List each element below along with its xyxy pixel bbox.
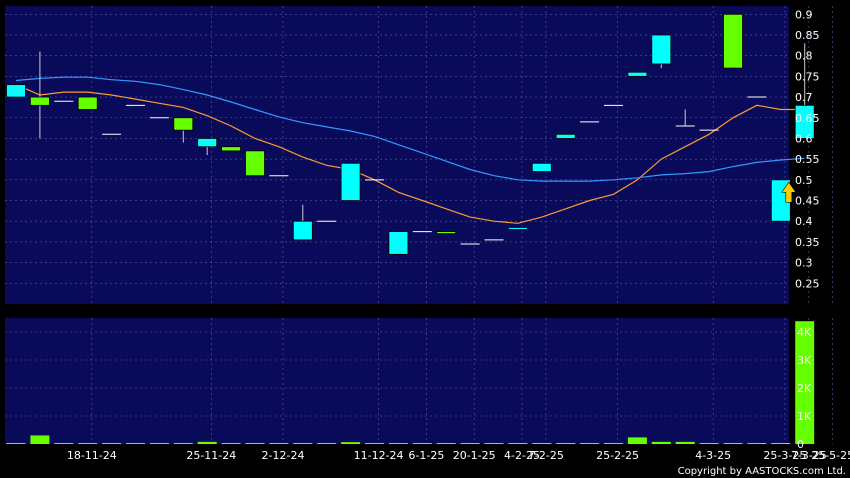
candle (340, 162, 361, 201)
price-tick-label: 0.3 (795, 257, 813, 270)
x-tick-label: 11-12-24 (354, 449, 404, 462)
volume-bar (699, 443, 719, 444)
candle (627, 71, 648, 77)
candle (555, 133, 576, 139)
volume-bar (436, 443, 456, 444)
volume-bar (508, 443, 528, 444)
price-tick-label: 0.8 (795, 50, 813, 63)
price-tick-label: 0.4 (795, 215, 813, 228)
volume-bar (30, 435, 50, 444)
candle-body (245, 150, 265, 177)
volume-bar (627, 437, 647, 444)
volume-bar (173, 443, 193, 444)
x-tick-label: 20-1-25 (453, 449, 496, 462)
volume-bar (317, 443, 337, 444)
price-tick-label: 0.45 (795, 195, 820, 208)
candle-body (627, 71, 648, 77)
volume-bar (388, 443, 408, 444)
price-tick-label: 0.7 (795, 91, 813, 104)
x-tick-label: 18-11-24 (67, 449, 117, 462)
price-tick-label: 0.9 (795, 8, 813, 21)
x-tick-label: 7-2-25 (528, 449, 564, 462)
volume-tick-label: 1K (797, 410, 812, 423)
price-tick-label: 0.55 (795, 153, 820, 166)
candle-body (197, 138, 218, 148)
volume-bar (341, 442, 361, 444)
candle-body (531, 162, 552, 172)
volume-bar (126, 443, 145, 444)
volume-bar (6, 443, 26, 444)
volume-bar (269, 443, 289, 444)
candle-body (436, 231, 457, 235)
volume-bar (747, 443, 767, 444)
volume-bar (102, 443, 122, 444)
volume-bar (460, 443, 480, 444)
volume-bar (197, 441, 217, 444)
x-tick-label: 2-12-24 (262, 449, 305, 462)
volume-tick-label: 4K (797, 326, 812, 339)
volume-bar (580, 443, 600, 444)
volume-bar (293, 443, 313, 444)
candle-body (507, 227, 528, 230)
candle (245, 150, 265, 177)
volume-bar (532, 443, 552, 444)
x-tick-label: 25-2-25 (596, 449, 639, 462)
candle (388, 231, 409, 255)
volume-bar (78, 443, 98, 444)
price-tick-label: 0.5 (795, 174, 813, 187)
candle (221, 146, 242, 152)
x-tick-label: 25-5-25 (811, 449, 850, 462)
price-tick-label: 0.35 (795, 236, 820, 249)
candle-body (173, 117, 194, 131)
price-tick-label: 0.65 (795, 112, 820, 125)
volume-bar (484, 443, 504, 444)
x-tick-label: 4-3-25 (695, 449, 731, 462)
candle-body (77, 96, 98, 110)
candle-body (29, 96, 50, 106)
candle-body (651, 34, 672, 65)
candle-body (388, 231, 409, 255)
copyright-text: Copyright by AASTOCKS.com Ltd. (678, 466, 846, 477)
candle (507, 227, 528, 230)
candle (436, 231, 457, 235)
volume-bar (221, 443, 241, 444)
volume-tick-label: 3K (797, 354, 812, 367)
price-tick-label: 0.6 (795, 132, 813, 145)
candle-body (340, 162, 361, 201)
candle (77, 96, 98, 110)
candle (651, 34, 672, 69)
volume-tick-label: 2K (797, 382, 812, 395)
price-tick-label: 0.85 (795, 29, 820, 42)
price-panel (5, 6, 789, 304)
price-tick-label: 0.75 (795, 70, 820, 83)
x-tick-label: 25-11-24 (186, 449, 236, 462)
candle-body (221, 146, 242, 152)
volume-bar (412, 443, 432, 444)
volume-bar (556, 443, 576, 444)
volume-panel (5, 318, 789, 444)
volume-bar (245, 443, 265, 444)
x-tick-label: 6-1-25 (408, 449, 444, 462)
volume-bar (54, 443, 74, 444)
candle (6, 84, 26, 98)
volume-bar (675, 441, 695, 444)
volume-bar (651, 441, 671, 444)
stock-chart: 0.25 0.3 0.35 0.4 0.45 0.5 0.55 0.6 0.65 0.7 0.75 0… (5, 6, 850, 477)
candle (723, 13, 743, 69)
candle-body (292, 220, 313, 241)
candle-body (723, 13, 743, 69)
volume-bar (604, 443, 623, 444)
volume-bar (149, 443, 169, 444)
candle-body (6, 84, 26, 98)
volume-bar (723, 443, 743, 444)
volume-bar (365, 443, 384, 444)
candle-body (555, 133, 576, 139)
candle (531, 162, 552, 172)
volume-bar (771, 443, 791, 444)
price-tick-label: 0.25 (795, 277, 820, 290)
